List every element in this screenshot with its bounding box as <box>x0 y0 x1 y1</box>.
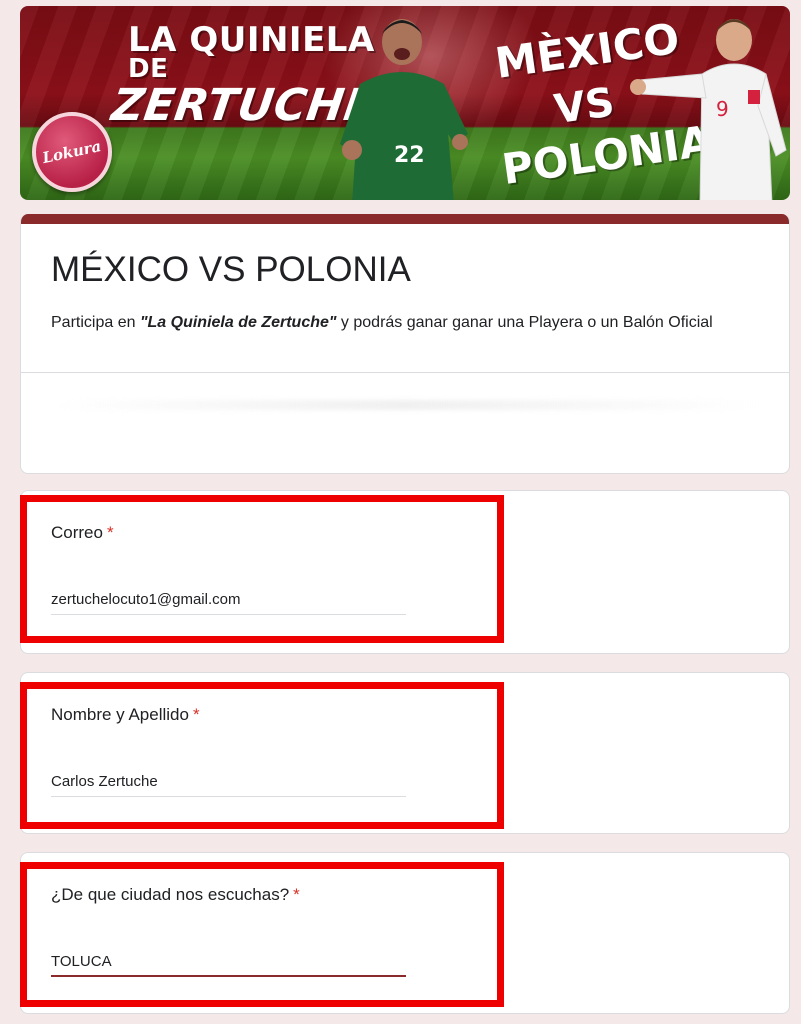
header-banner-image: LA QUINIELA DE ZERTUCHE 22 MÈXICO VS POL… <box>20 6 790 200</box>
white-jersey-number: 9 <box>716 97 729 121</box>
email-field[interactable] <box>51 585 406 615</box>
name-field[interactable] <box>51 767 406 797</box>
description-emphasis: "La Quiniela de Zertuche" <box>139 314 337 331</box>
form-description: Participa en "La Quiniela de Zertuche" y… <box>51 310 751 336</box>
question-label-city: ¿De que ciudad nos escuchas? * <box>51 885 300 905</box>
city-field[interactable] <box>51 947 406 977</box>
form-header-card: MÉXICO VS POLONIA Participa en "La Quini… <box>20 214 790 474</box>
description-suffix: y podrás ganar ganar una Playera o un Ba… <box>336 314 713 331</box>
radio-logo: Lokura <box>32 112 112 192</box>
poland-player-illustration: 9 <box>630 19 787 200</box>
question-text: ¿De que ciudad nos escuchas? <box>51 885 290 904</box>
question-label-email: Correo * <box>51 523 114 543</box>
question-card-city: ¿De que ciudad nos escuchas? * <box>20 852 790 1014</box>
question-label-name: Nombre y Apellido * <box>51 705 200 725</box>
question-text: Nombre y Apellido <box>51 705 189 724</box>
mexico-player-illustration: 22 <box>340 19 468 200</box>
blurred-info-line <box>51 400 759 410</box>
required-asterisk: * <box>293 885 300 904</box>
question-card-name: Nombre y Apellido * <box>20 672 790 834</box>
form-title: MÉXICO VS POLONIA <box>51 250 411 289</box>
description-prefix: Participa en <box>51 314 140 331</box>
required-asterisk: * <box>106 523 114 542</box>
required-asterisk: * <box>192 705 200 724</box>
green-jersey-number: 22 <box>394 143 425 168</box>
accent-bar <box>21 214 789 224</box>
radio-logo-text: Lokura <box>41 137 103 167</box>
matchup-vs: VS <box>551 79 618 134</box>
question-text: Correo <box>51 523 103 542</box>
question-card-email: Correo * <box>20 490 790 654</box>
header-divider <box>21 372 789 373</box>
